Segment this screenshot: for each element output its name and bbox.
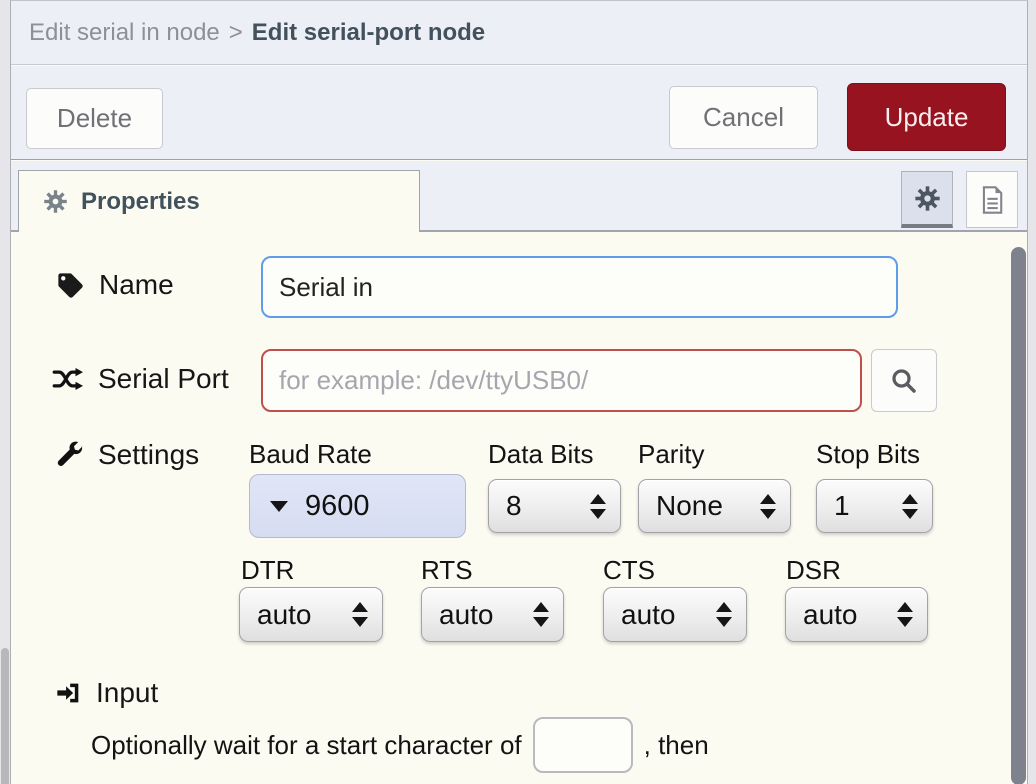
dialog-header: Edit serial in node > Edit serial-port n… [11,1,1027,65]
dsr-value: auto [803,599,858,631]
tab-properties[interactable]: Properties [18,170,420,232]
parity-value: None [656,490,723,522]
baud-rate-select[interactable]: 9600 [249,474,466,538]
input-section-label: Input [55,677,158,709]
breadcrumb-parent[interactable]: Edit serial in node [29,19,220,47]
chevron-down-icon [270,501,288,512]
breadcrumb-separator: > [229,19,243,47]
parity-label: Parity [638,439,704,470]
rts-value: auto [439,599,494,631]
node-description-button[interactable] [966,171,1018,228]
start-character-input[interactable] [533,717,633,773]
cts-value: auto [621,599,676,631]
node-properties-button[interactable] [901,171,953,228]
baud-rate-value: 9600 [305,490,370,523]
cts-select[interactable]: auto [603,587,747,642]
dtr-select[interactable]: auto [239,587,383,642]
wait-text-after: , then [644,730,709,761]
left-scrollbar-thumb[interactable] [1,648,9,784]
document-icon [978,185,1006,215]
stop-bits-label: Stop Bits [816,439,920,470]
update-button[interactable]: Update [847,83,1006,151]
dsr-label: DSR [786,555,841,586]
wrench-icon [55,440,85,470]
select-arrows-icon [352,602,368,627]
select-arrows-icon [590,494,606,519]
data-bits-value: 8 [506,490,522,522]
select-arrows-icon [716,602,732,627]
start-character-sentence: Optionally wait for a start character of… [91,717,709,773]
serial-port-input[interactable] [261,349,862,412]
select-arrows-icon [897,602,913,627]
serial-port-field-label: Serial Port [51,363,229,395]
sign-in-icon [55,679,83,707]
wait-text-before: Optionally wait for a start character of [91,730,522,761]
name-input[interactable] [261,256,898,318]
gear-icon [43,189,68,214]
edit-node-dialog: Edit serial in node > Edit serial-port n… [10,0,1028,784]
cts-label: CTS [603,555,655,586]
breadcrumb-current: Edit serial-port node [252,19,485,47]
delete-button[interactable]: Delete [26,88,163,149]
rts-select[interactable]: auto [421,587,564,642]
select-arrows-icon [902,494,918,519]
data-bits-select[interactable]: 8 [488,479,621,533]
magnifier-icon [889,366,919,396]
baud-rate-label: Baud Rate [249,439,372,470]
tag-icon [55,270,86,301]
dtr-value: auto [257,599,312,631]
stop-bits-value: 1 [834,490,850,522]
stop-bits-select[interactable]: 1 [816,479,933,533]
parity-select[interactable]: None [638,479,791,533]
settings-field-label: Settings [55,439,199,471]
name-field-label: Name [55,269,174,301]
select-arrows-icon [533,602,549,627]
rts-label: RTS [421,555,473,586]
shuffle-icon [51,364,85,394]
serial-port-search-button[interactable] [871,349,937,412]
tab-properties-label: Properties [81,188,200,216]
node-red-edit-dialog-screen: Edit serial in node > Edit serial-port n… [0,0,1036,784]
dtr-label: DTR [241,555,294,586]
form-scrollbar-thumb[interactable] [1011,247,1026,784]
gear-icon [914,185,941,212]
right-edge-strip [1029,0,1036,784]
select-arrows-icon [760,494,776,519]
cancel-button[interactable]: Cancel [669,86,818,149]
data-bits-label: Data Bits [488,439,594,470]
dsr-select[interactable]: auto [785,587,928,642]
